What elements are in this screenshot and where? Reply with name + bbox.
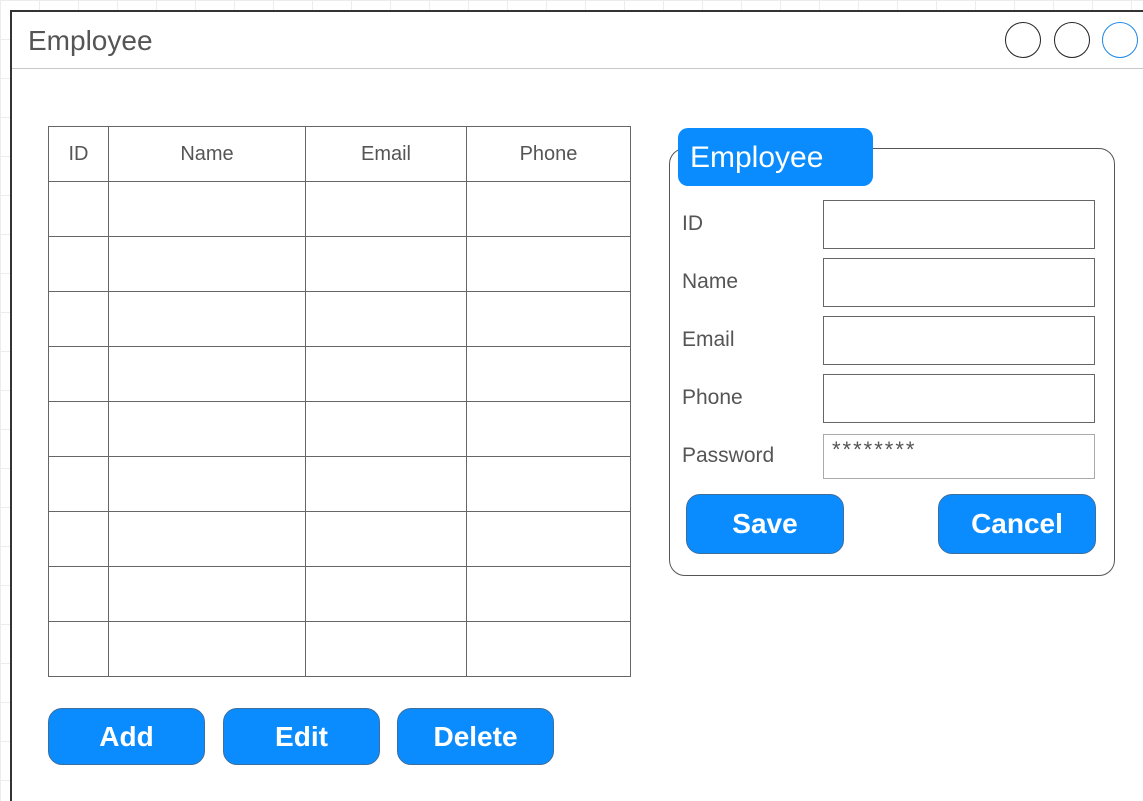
delete-button[interactable]: Delete [397, 708, 554, 765]
table-cell[interactable] [466, 236, 631, 292]
table-row[interactable] [48, 456, 631, 512]
table-cell[interactable] [48, 346, 109, 402]
title-bar: Employee [12, 12, 1143, 69]
cancel-button[interactable]: Cancel [938, 494, 1096, 554]
table-cell[interactable] [48, 566, 109, 622]
table-cell[interactable] [305, 456, 467, 512]
table-cell[interactable] [305, 511, 467, 567]
window-title: Employee [28, 25, 153, 56]
column-header-name[interactable]: Name [108, 126, 306, 182]
employee-window: Employee ID Name Email Phone Add Edit De… [10, 10, 1143, 801]
email-label: Email [682, 328, 735, 351]
table-cell[interactable] [108, 566, 306, 622]
employee-table: ID Name Email Phone [48, 126, 631, 677]
table-cell[interactable] [305, 291, 467, 347]
table-row[interactable] [48, 291, 631, 347]
table-cell[interactable] [305, 401, 467, 457]
table-cell[interactable] [108, 236, 306, 292]
table-cell[interactable] [108, 511, 306, 567]
table-cell[interactable] [305, 566, 467, 622]
table-cell[interactable] [108, 621, 306, 677]
table-cell[interactable] [48, 511, 109, 567]
column-header-id[interactable]: ID [48, 126, 109, 182]
table-cell[interactable] [108, 181, 306, 237]
table-cell[interactable] [466, 621, 631, 677]
table-cell[interactable] [305, 346, 467, 402]
table-cell[interactable] [48, 621, 109, 677]
phone-label: Phone [682, 386, 743, 409]
id-label: ID [682, 212, 703, 235]
table-cell[interactable] [466, 291, 631, 347]
table-cell[interactable] [305, 621, 467, 677]
table-cell[interactable] [108, 291, 306, 347]
window-control-circle-2[interactable] [1054, 22, 1090, 58]
window-control-circle-3[interactable] [1102, 22, 1138, 58]
table-cell[interactable] [108, 401, 306, 457]
save-button[interactable]: Save [686, 494, 844, 554]
table-row[interactable] [48, 236, 631, 292]
table-cell[interactable] [48, 291, 109, 347]
table-cell[interactable] [305, 181, 467, 237]
table-cell[interactable] [466, 181, 631, 237]
name-input[interactable] [823, 258, 1095, 307]
password-label: Password [682, 444, 775, 467]
table-row[interactable] [48, 346, 631, 402]
table-cell[interactable] [305, 236, 467, 292]
table-cell[interactable] [466, 401, 631, 457]
table-row[interactable] [48, 621, 631, 677]
table-cell[interactable] [466, 511, 631, 567]
table-row[interactable] [48, 511, 631, 567]
table-cell[interactable] [466, 456, 631, 512]
column-header-email[interactable]: Email [305, 126, 467, 182]
name-label: Name [682, 270, 739, 293]
window-control-circle-1[interactable] [1005, 22, 1041, 58]
table-cell[interactable] [48, 401, 109, 457]
table-cell[interactable] [466, 346, 631, 402]
phone-input[interactable] [823, 374, 1095, 423]
table-cell[interactable] [48, 236, 109, 292]
column-header-phone[interactable]: Phone [466, 126, 631, 182]
table-cell[interactable] [108, 346, 306, 402]
employee-form-title: Employee [678, 128, 873, 186]
edit-button[interactable]: Edit [223, 708, 380, 765]
password-input[interactable] [823, 434, 1095, 479]
table-row[interactable] [48, 566, 631, 622]
table-cell[interactable] [48, 181, 109, 237]
table-row[interactable] [48, 401, 631, 457]
table-header-row: ID Name Email Phone [48, 126, 631, 182]
table-row[interactable] [48, 181, 631, 237]
email-input[interactable] [823, 316, 1095, 365]
table-cell[interactable] [108, 456, 306, 512]
add-button[interactable]: Add [48, 708, 205, 765]
id-input[interactable] [823, 200, 1095, 249]
table-cell[interactable] [466, 566, 631, 622]
table-cell[interactable] [48, 456, 109, 512]
